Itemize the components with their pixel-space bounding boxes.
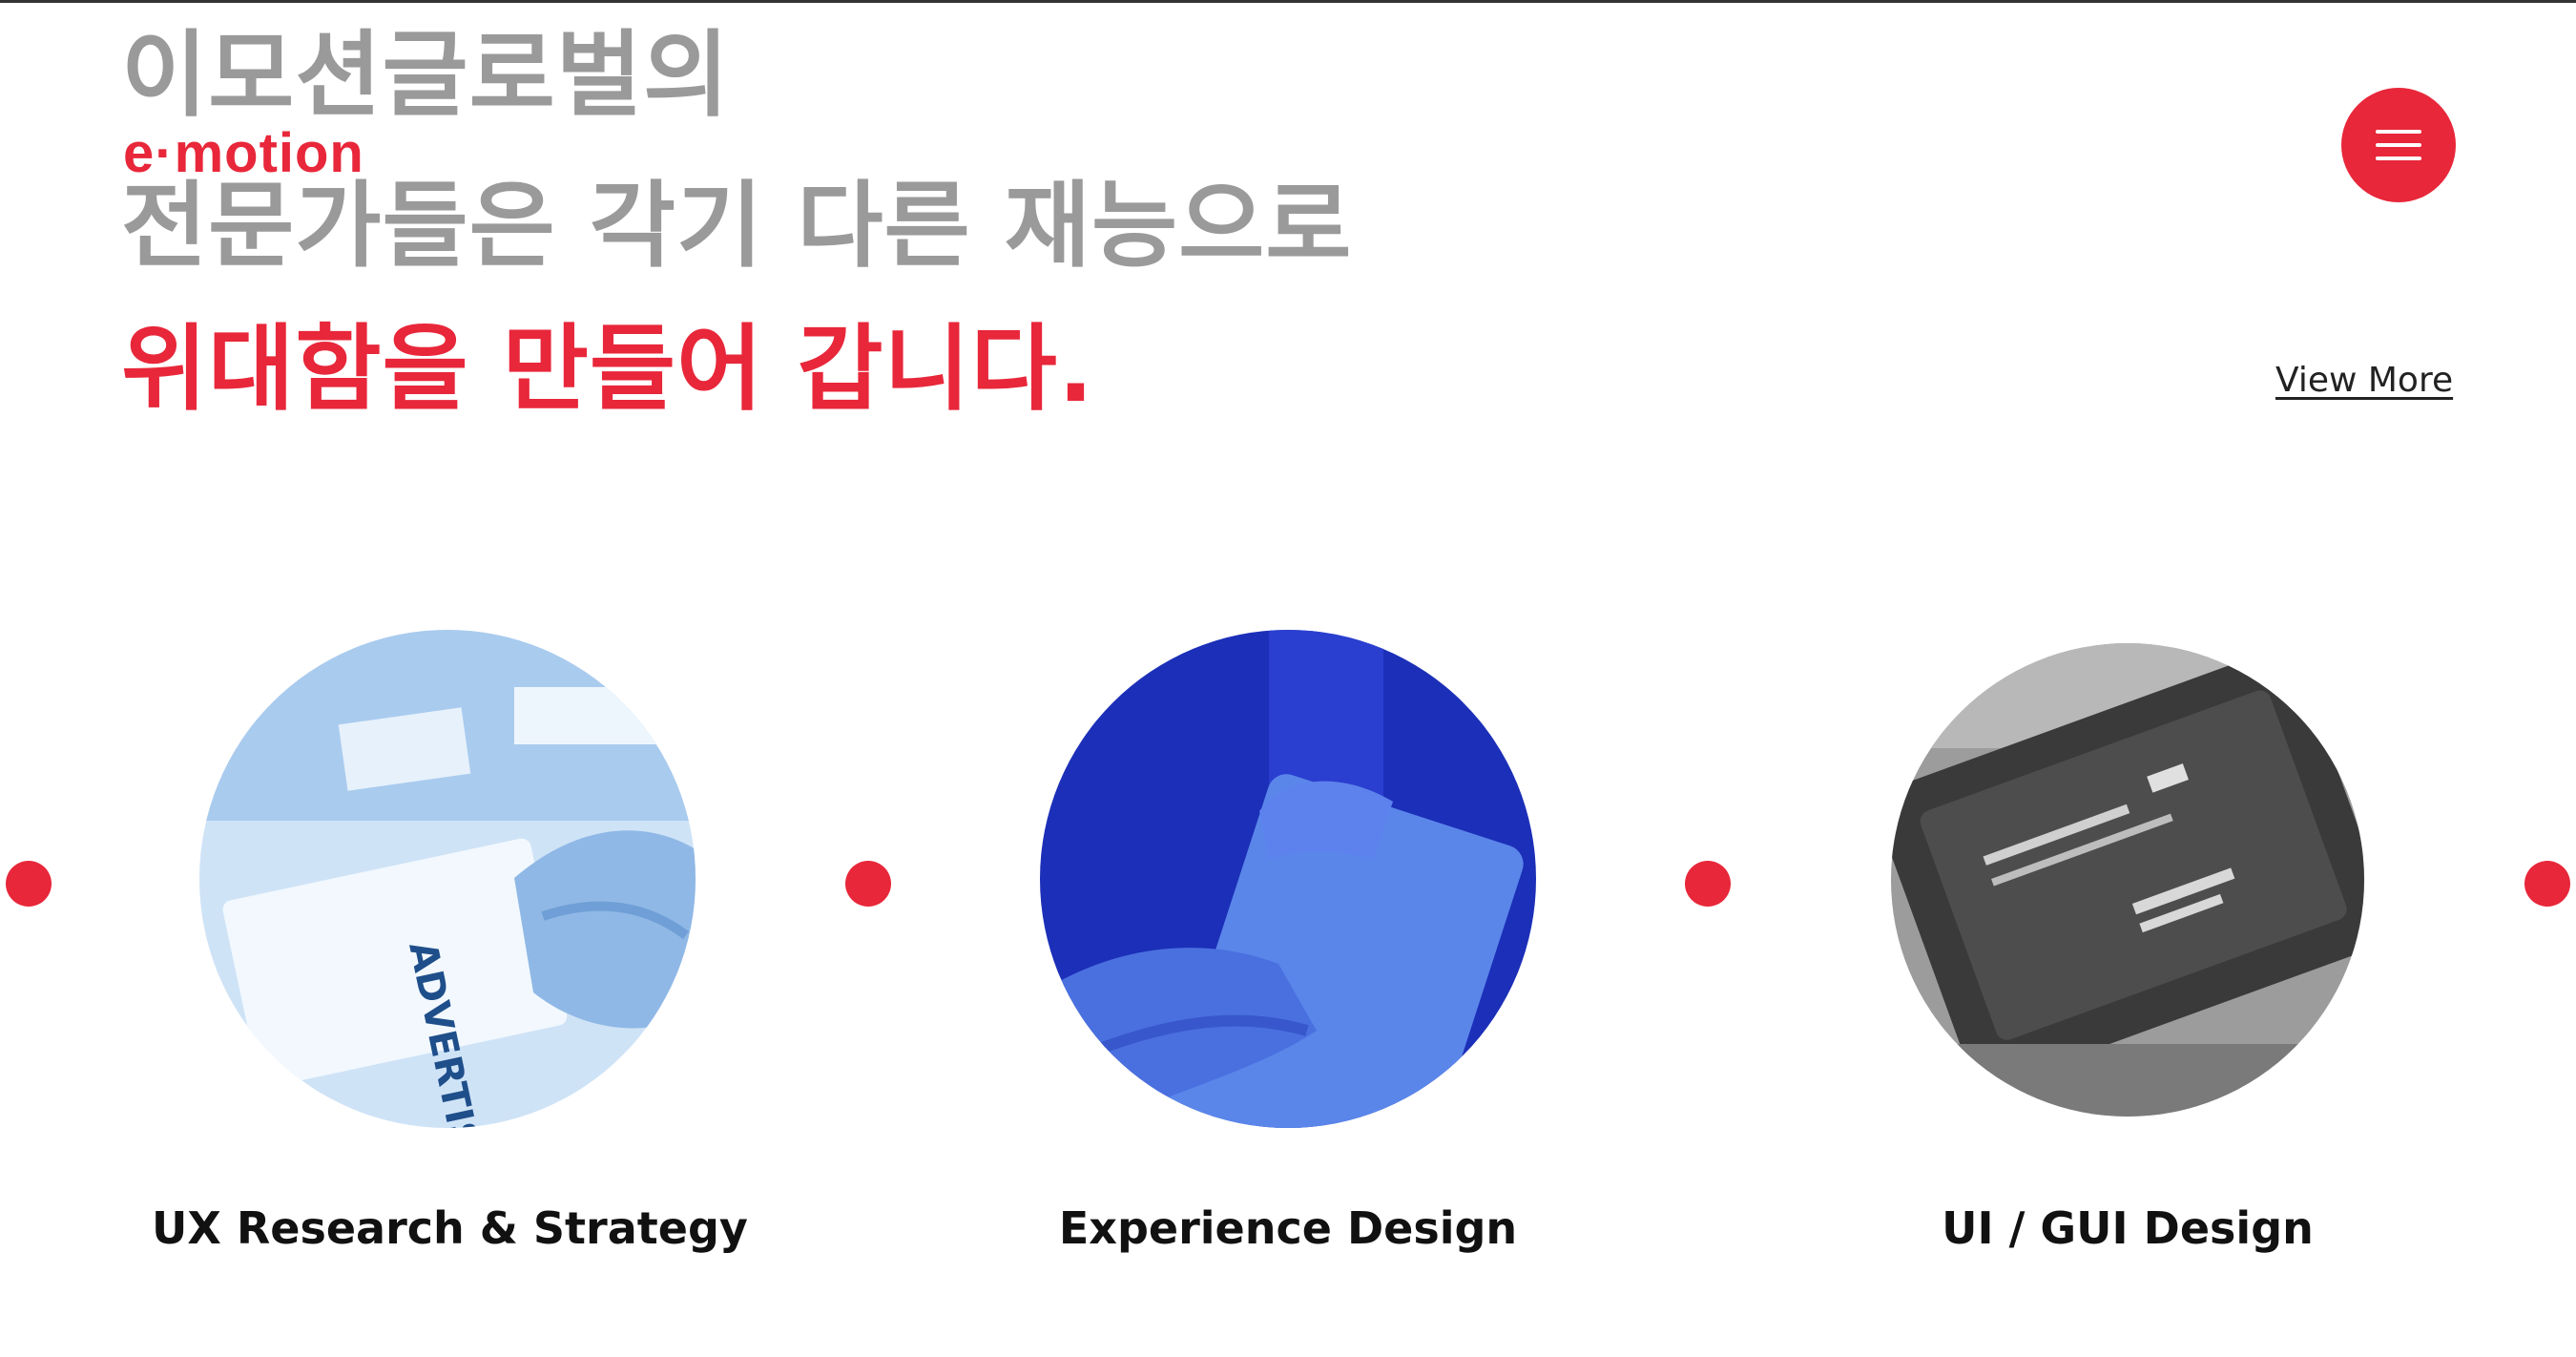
hands-holding-tablet-photo (1040, 630, 1536, 1128)
service-title: Experience Design (1058, 1202, 1518, 1254)
carousel-dot (6, 861, 52, 907)
smartphone-screen-photo (1891, 643, 2364, 1117)
top-border (0, 0, 2576, 3)
carousel-dot (845, 861, 891, 907)
advertising-card-photo: ADVERTISING (199, 630, 696, 1128)
menu-button[interactable] (2341, 88, 2456, 202)
hero-line-2: 전문가들은 각기 다른 재능으로 (121, 172, 1353, 281)
carousel-dot (2524, 861, 2570, 907)
hero-tagline: 위대함을 만들어 갑니다. (121, 315, 1095, 424)
carousel-dot (1685, 861, 1731, 907)
view-more-link[interactable]: View More (2275, 361, 2453, 400)
service-title: UI / GUI Design (1942, 1202, 2314, 1254)
hamburger-menu-icon (2376, 130, 2421, 134)
hero-line-1: 이모션글로벌의 (121, 21, 731, 130)
hamburger-menu-icon-bar (2376, 157, 2421, 160)
service-title: UX Research & Strategy (152, 1202, 748, 1254)
hamburger-menu-icon-bar (2376, 143, 2421, 147)
